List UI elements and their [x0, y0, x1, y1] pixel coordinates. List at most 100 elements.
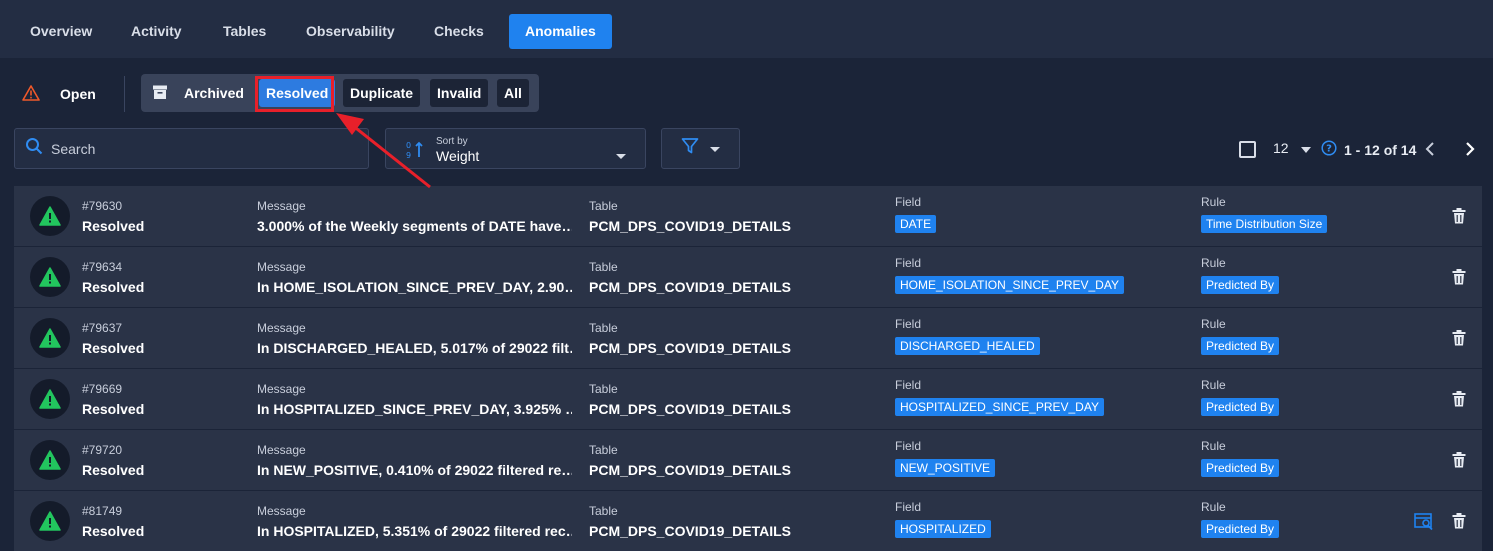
archived-status-button[interactable]: Archived: [152, 79, 244, 107]
trash-icon[interactable]: [1452, 330, 1466, 351]
rule-header: Rule: [1201, 439, 1226, 453]
rule-badge[interactable]: Predicted By: [1201, 520, 1280, 538]
search-box: [14, 128, 369, 169]
rule-header: Rule: [1201, 195, 1226, 209]
rule-header: Rule: [1201, 500, 1226, 514]
rule-badge[interactable]: Predicted By: [1201, 276, 1280, 294]
table-row[interactable]: #79720 Resolved Message In NEW_POSITIVE, 0.…: [14, 430, 1482, 491]
trash-icon[interactable]: [1452, 452, 1466, 473]
field-header: Field: [895, 317, 922, 331]
page-size-value: 12: [1273, 140, 1289, 156]
sort-dropdown[interactable]: 09 Sort by Weight: [385, 128, 646, 169]
svg-text:0: 0: [406, 141, 411, 150]
page-size-select[interactable]: 12: [1273, 140, 1311, 156]
anomaly-id: #79630: [82, 199, 123, 213]
duplicate-status-button[interactable]: Duplicate: [343, 79, 421, 107]
trash-icon[interactable]: [1452, 391, 1466, 412]
anomaly-table[interactable]: PCM_DPS_COVID19_DETAILS: [589, 340, 791, 356]
anomaly-status: Resolved: [82, 340, 145, 356]
rule-badge[interactable]: Predicted By: [1201, 459, 1280, 477]
anomaly-table[interactable]: PCM_DPS_COVID19_DETAILS: [589, 279, 791, 295]
all-status-button[interactable]: All: [497, 79, 529, 107]
table-row[interactable]: #79634 Resolved Message In HOME_ISOLATION_S…: [14, 247, 1482, 308]
top-tab-bar: Overview Activity Tables Observability C…: [0, 0, 1493, 58]
search-icon: [25, 137, 43, 160]
field-badge[interactable]: HOME_ISOLATION_SINCE_PREV_DAY: [895, 276, 1124, 294]
tab-checks[interactable]: Checks: [418, 14, 500, 49]
annotation-highlight-box: [255, 76, 334, 112]
field-header: Field: [895, 439, 922, 453]
field-badge[interactable]: HOSPITALIZED: [895, 520, 991, 538]
field-header: Field: [895, 256, 922, 270]
help-circle-icon[interactable]: ?: [1321, 140, 1337, 159]
rule-badge[interactable]: Predicted By: [1201, 398, 1280, 416]
anomaly-status: Resolved: [82, 462, 145, 478]
warning-triangle-icon: [39, 328, 61, 348]
filter-button[interactable]: [661, 128, 740, 169]
trash-icon[interactable]: [1452, 208, 1466, 229]
anomaly-table[interactable]: PCM_DPS_COVID19_DETAILS: [589, 218, 791, 234]
tab-anomalies[interactable]: Anomalies: [509, 14, 612, 49]
anomaly-id: #79637: [82, 321, 123, 335]
invalid-status-button[interactable]: Invalid: [430, 79, 489, 107]
field-header: Field: [895, 378, 922, 392]
previous-page-icon[interactable]: [1424, 139, 1436, 164]
chevron-down-icon: [615, 147, 627, 165]
tab-overview[interactable]: Overview: [14, 14, 108, 49]
table-row[interactable]: #79637 Resolved Message In DISCHARGED_HEALE…: [14, 308, 1482, 369]
sort-numeric-icon: 09: [406, 140, 426, 165]
field-header: Field: [895, 195, 922, 209]
anomaly-status: Resolved: [82, 279, 145, 295]
message-header: Message: [257, 199, 306, 213]
table-row[interactable]: #81749 Resolved Message In HOSPITALIZED, 5.…: [14, 491, 1482, 551]
search-input[interactable]: [51, 140, 351, 157]
anomaly-table[interactable]: PCM_DPS_COVID19_DETAILS: [589, 523, 791, 539]
tab-tables[interactable]: Tables: [207, 14, 282, 49]
tab-activity[interactable]: Activity: [115, 14, 198, 49]
funnel-icon: [681, 137, 699, 160]
table-header: Table: [589, 199, 618, 213]
rule-header: Rule: [1201, 256, 1226, 270]
inspect-table-icon[interactable]: [1414, 513, 1434, 536]
field-badge[interactable]: NEW_POSITIVE: [895, 459, 996, 477]
field-header: Field: [895, 500, 922, 514]
pagination-range-text: 1 - 12 of 14: [1344, 141, 1417, 158]
anomaly-message: In HOME_ISOLATION_SINCE_PREV_DAY, 2.90…: [257, 279, 572, 295]
rule-badge[interactable]: Time Distribution Size: [1201, 215, 1328, 233]
table-row[interactable]: #79669 Resolved Message In HOSPITALIZED_SIN…: [14, 369, 1482, 430]
field-badge[interactable]: DISCHARGED_HEALED: [895, 337, 1040, 355]
trash-icon[interactable]: [1452, 513, 1466, 534]
archive-box-icon: [152, 84, 168, 103]
archived-status-group: Archived Resolved Duplicate Invalid All: [141, 74, 539, 112]
table-header: Table: [589, 382, 618, 396]
message-header: Message: [257, 321, 306, 335]
anomaly-id: #79720: [82, 443, 123, 457]
warning-triangle-icon: [39, 389, 61, 409]
anomaly-table[interactable]: PCM_DPS_COVID19_DETAILS: [589, 462, 791, 478]
rule-badge[interactable]: Predicted By: [1201, 337, 1280, 355]
table-row[interactable]: #79630 Resolved Message 3.000% of the Weekl…: [14, 186, 1482, 247]
field-badge[interactable]: HOSPITALIZED_SINCE_PREV_DAY: [895, 398, 1104, 416]
anomaly-status: Resolved: [82, 218, 145, 234]
sort-value: Weight: [436, 148, 480, 164]
field-badge[interactable]: DATE: [895, 215, 937, 233]
select-all-checkbox[interactable]: [1239, 141, 1256, 158]
anomaly-table[interactable]: PCM_DPS_COVID19_DETAILS: [589, 401, 791, 417]
message-header: Message: [257, 260, 306, 274]
anomaly-message: In NEW_POSITIVE, 0.410% of 29022 filtere…: [257, 462, 572, 478]
sort-label: Sort by: [436, 136, 468, 147]
trash-icon[interactable]: [1452, 269, 1466, 290]
anomaly-status-icon: [30, 196, 70, 236]
open-status-button[interactable]: Open: [22, 78, 96, 110]
archived-status-label: Archived: [184, 85, 244, 101]
anomaly-id: #79634: [82, 260, 123, 274]
anomaly-status-icon: [30, 318, 70, 358]
warning-triangle-icon: [39, 206, 61, 226]
tab-observability[interactable]: Observability: [290, 14, 411, 49]
svg-text:9: 9: [406, 151, 411, 160]
svg-text:?: ?: [1326, 144, 1332, 155]
anomaly-status: Resolved: [82, 523, 145, 539]
next-page-icon[interactable]: [1464, 139, 1476, 164]
anomaly-message: In HOSPITALIZED_SINCE_PREV_DAY, 3.925% …: [257, 401, 572, 417]
table-header: Table: [589, 260, 618, 274]
